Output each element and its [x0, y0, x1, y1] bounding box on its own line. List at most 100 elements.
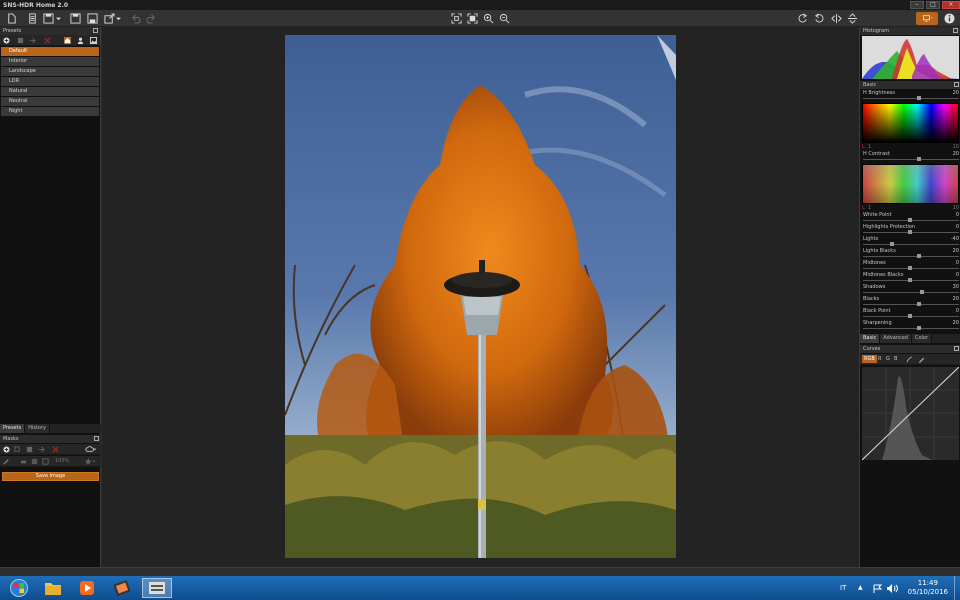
export-button[interactable] — [103, 12, 116, 25]
slider-thumb[interactable] — [908, 278, 912, 282]
slider-thumb[interactable] — [917, 157, 921, 161]
preset-item[interactable]: Natural — [1, 87, 99, 96]
import-preset-icon[interactable] — [29, 37, 36, 44]
taskbar-app[interactable] — [107, 578, 137, 598]
tab-presets[interactable]: Presets — [0, 424, 26, 433]
adjustment-slider[interactable]: Highlights Protection 0 — [862, 224, 959, 236]
adjustment-slider[interactable]: White Point 0 — [862, 212, 959, 224]
zoom-in-button[interactable] — [482, 12, 495, 25]
slider-thumb[interactable] — [908, 266, 912, 270]
undock-icon[interactable] — [94, 436, 99, 441]
delete-preset-icon[interactable] — [44, 37, 51, 44]
redo-button[interactable] — [145, 12, 158, 25]
curves-graph[interactable] — [862, 367, 959, 460]
duplicate-mask-icon[interactable] — [14, 446, 21, 453]
undo-button[interactable] — [129, 12, 142, 25]
adjustment-slider[interactable]: Midtones 0 — [862, 260, 959, 272]
language-indicator[interactable]: IT — [840, 584, 846, 592]
slider-thumb[interactable] — [917, 302, 921, 306]
flip-horizontal-button[interactable] — [830, 12, 843, 25]
home-icon[interactable] — [64, 37, 71, 44]
import-mask-icon[interactable] — [38, 446, 45, 453]
system-clock[interactable]: 11:49 05/10/2016 — [908, 579, 948, 597]
brightness-color-map[interactable] — [862, 103, 959, 143]
star-dropdown-icon[interactable] — [84, 458, 96, 465]
export-dropdown-arrow[interactable] — [116, 12, 121, 25]
curve-tool-icon[interactable] — [906, 356, 913, 363]
save-dropdown-arrow[interactable] — [56, 12, 61, 25]
channel-r[interactable]: R — [878, 355, 881, 363]
zoom-out-button[interactable] — [498, 12, 511, 25]
flag-icon[interactable] — [873, 584, 883, 593]
slider-track[interactable] — [863, 292, 959, 293]
grid-icon[interactable] — [42, 458, 49, 465]
slider-thumb[interactable] — [908, 314, 912, 318]
eraser-icon[interactable] — [20, 458, 27, 465]
save-mask-icon[interactable] — [26, 446, 33, 453]
adjustment-slider[interactable]: Black Point 0 — [862, 308, 959, 320]
slider-thumb[interactable] — [917, 96, 921, 100]
slider-track[interactable] — [863, 159, 959, 160]
add-mask-icon[interactable] — [3, 446, 10, 453]
tab-history[interactable]: History — [25, 424, 50, 433]
rotate-left-button[interactable] — [813, 12, 826, 25]
start-button[interactable] — [4, 578, 34, 598]
slider-track[interactable] — [863, 98, 959, 99]
brush-icon[interactable] — [3, 458, 10, 465]
preset-item[interactable]: Interior — [1, 57, 99, 66]
show-desktop-button[interactable] — [954, 576, 960, 600]
taskbar-explorer[interactable] — [38, 578, 68, 598]
maximize-button[interactable]: □ — [926, 1, 940, 9]
minimize-button[interactable]: – — [910, 1, 924, 9]
image-icon[interactable] — [90, 37, 97, 44]
open-button[interactable] — [26, 12, 39, 25]
fit-screen-button[interactable] — [450, 12, 463, 25]
delete-mask-icon[interactable] — [52, 446, 59, 453]
adjustment-slider[interactable]: Blacks 20 — [862, 296, 959, 308]
taskbar-sns-hdr[interactable] — [142, 578, 172, 598]
adjustment-slider[interactable]: Midtones Blacks 0 — [862, 272, 959, 284]
preset-item[interactable]: LDR — [1, 77, 99, 86]
new-button[interactable] — [5, 12, 18, 25]
user-icon[interactable] — [77, 37, 84, 44]
cloud-dropdown-icon[interactable] — [85, 446, 97, 453]
channel-b[interactable]: B — [894, 355, 897, 363]
slider-thumb[interactable] — [908, 230, 912, 234]
close-button[interactable]: × — [942, 1, 960, 9]
save-button[interactable] — [69, 12, 82, 25]
save-as-button[interactable] — [86, 12, 99, 25]
slider-thumb[interactable] — [920, 290, 924, 294]
save-dropdown-button[interactable] — [42, 12, 55, 25]
taskbar-media-player[interactable] — [72, 578, 102, 598]
zoom-value[interactable]: 100% — [55, 458, 69, 464]
undock-icon[interactable] — [954, 346, 959, 351]
preset-item[interactable]: Night — [1, 107, 99, 116]
slider-thumb[interactable] — [908, 218, 912, 222]
actual-size-button[interactable] — [466, 12, 479, 25]
contrast-color-map[interactable] — [862, 164, 959, 204]
rotate-right-button[interactable] — [796, 12, 809, 25]
image-canvas[interactable] — [102, 27, 859, 567]
preset-item[interactable]: Landscape — [1, 67, 99, 76]
adjustment-slider[interactable]: Lights -40 — [862, 236, 959, 248]
slider-thumb[interactable] — [890, 242, 894, 246]
preset-item[interactable]: Default — [1, 47, 99, 56]
pencil-icon[interactable] — [918, 356, 925, 363]
adjustment-slider[interactable]: Sharpening 20 — [862, 320, 959, 332]
tab-basic[interactable]: Basic — [860, 334, 881, 343]
tab-advanced[interactable]: Advanced — [880, 334, 912, 343]
slider-track[interactable] — [863, 328, 959, 329]
info-button[interactable] — [943, 12, 956, 25]
undock-icon[interactable] — [954, 82, 959, 87]
slider-thumb[interactable] — [917, 326, 921, 330]
add-preset-icon[interactable] — [3, 37, 10, 44]
undock-icon[interactable] — [953, 28, 958, 33]
undock-icon[interactable] — [93, 28, 98, 33]
save-preset-icon[interactable] — [17, 37, 24, 44]
flip-vertical-button[interactable] — [846, 12, 859, 25]
gradient-icon[interactable] — [31, 458, 38, 465]
slider-track[interactable] — [863, 244, 959, 245]
slider-thumb[interactable] — [917, 254, 921, 258]
volume-icon[interactable] — [887, 584, 898, 593]
display-mode-button[interactable] — [916, 12, 938, 25]
